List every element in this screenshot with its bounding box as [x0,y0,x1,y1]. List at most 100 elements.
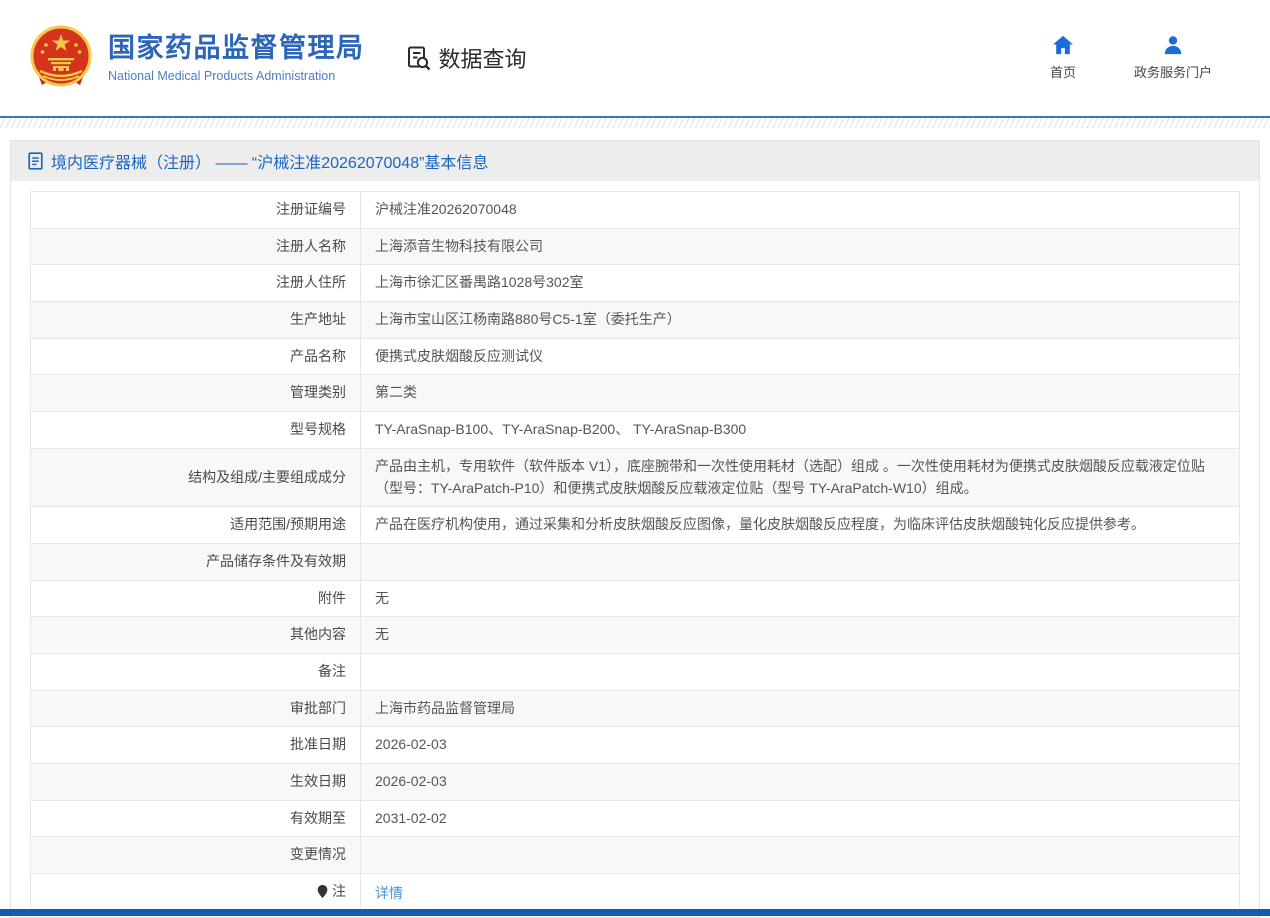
table-row: 适用范围/预期用途产品在医疗机构使用，通过采集和分析皮肤烟酸反应图像，量化皮肤烟… [31,507,1240,544]
field-label: 管理类别 [31,375,361,412]
field-label-text: 注册人名称 [276,236,346,258]
field-label: 批准日期 [31,727,361,764]
data-query-tab[interactable]: 数据查询 [405,42,527,74]
table-row: 注 详情 [31,874,1240,914]
field-label-text: 审批部门 [290,698,346,720]
field-label-text: 其他内容 [290,624,346,646]
field-label: 产品名称 [31,338,361,375]
table-row: 产品储存条件及有效期 [31,543,1240,580]
table-row: 注册证编号沪械注准20262070048 [31,192,1240,229]
field-label: 产品储存条件及有效期 [31,543,361,580]
field-value: 便携式皮肤烟酸反应测试仪 [361,338,1240,375]
field-value: 上海市宝山区江杨南路880号C5-1室（委托生产） [361,302,1240,339]
field-value: 产品在医疗机构使用，通过采集和分析皮肤烟酸反应图像，量化皮肤烟酸反应程度，为临床… [361,507,1240,544]
field-value: 上海市徐汇区番禺路1028号302室 [361,265,1240,302]
field-value: 2031-02-02 [361,800,1240,837]
field-label: 型号规格 [31,412,361,449]
page-title: 境内医疗器械（注册） —— “沪械注准20262070048”基本信息 [11,141,1259,181]
field-value: 2026-02-03 [361,764,1240,801]
info-panel: 境内医疗器械（注册） —— “沪械注准20262070048”基本信息 注册证编… [10,140,1260,918]
hatch-divider [0,118,1270,128]
document-icon [28,152,44,170]
table-row: 批准日期 2026-02-03 [31,727,1240,764]
field-value: 无 [361,580,1240,617]
field-value: 无 [361,617,1240,654]
footer-bar [0,909,1270,916]
field-label-text: 适用范围/预期用途 [230,514,346,536]
nav-home-label: 首页 [1050,62,1076,81]
field-value: TY-AraSnap-B100、TY-AraSnap-B200、 TY-AraS… [361,412,1240,449]
field-label: 生产地址 [31,302,361,339]
field-value [361,653,1240,690]
table-row: 生效日期 2026-02-03 [31,764,1240,801]
field-label: 备注 [31,653,361,690]
pin-icon [316,884,329,899]
field-value [361,837,1240,874]
detail-link[interactable]: 详情 [375,885,403,901]
field-label-text: 生产地址 [290,309,346,331]
page-title-text: 境内医疗器械（注册） —— “沪械注准20262070048”基本信息 [51,149,488,173]
field-label-text: 附件 [318,588,346,610]
table-row: 附件无 [31,580,1240,617]
field-label: 注 [31,874,361,914]
field-label: 注册证编号 [31,192,361,229]
table-row: 产品名称便携式皮肤烟酸反应测试仪 [31,338,1240,375]
field-label: 结构及组成/主要组成成分 [31,448,361,506]
field-label-text: 产品名称 [290,346,346,368]
field-label-text: 变更情况 [290,844,346,866]
nmpa-logo[interactable]: 国家药品监督管理局 National Medical Products Admi… [28,25,365,91]
data-query-label: 数据查询 [439,42,527,74]
table-row: 审批部门上海市药品监督管理局 [31,690,1240,727]
field-value: 详情 [361,874,1240,914]
table-row: 有效期至 2031-02-02 [31,800,1240,837]
table-row: 结构及组成/主要组成成分产品由主机，专用软件（软件版本 V1），底座腕带和一次性… [31,448,1240,506]
header-nav: 首页 政务服务门户 [1050,35,1240,81]
nav-home[interactable]: 首页 [1050,35,1076,81]
field-label-text: 备注 [318,661,346,683]
org-name-cn: 国家药品监督管理局 [108,33,365,64]
field-label-text: 产品储存条件及有效期 [206,551,346,573]
field-label-text: 生效日期 [290,771,346,793]
org-name-en: National Medical Products Administration [108,69,365,83]
field-label-text: 有效期至 [290,808,346,830]
table-row: 注册人住所上海市徐汇区番禺路1028号302室 [31,265,1240,302]
table-row: 生产地址上海市宝山区江杨南路880号C5-1室（委托生产） [31,302,1240,339]
field-label: 审批部门 [31,690,361,727]
table-row: 备注 [31,653,1240,690]
table-row: 型号规格 TY-AraSnap-B100、TY-AraSnap-B200、 TY-… [31,412,1240,449]
nav-portal-label: 政务服务门户 [1134,62,1212,81]
field-label: 适用范围/预期用途 [31,507,361,544]
home-icon [1052,35,1074,55]
field-label-text: 批准日期 [290,734,346,756]
field-label-text: 注 [332,881,346,903]
field-value: 产品由主机，专用软件（软件版本 V1），底座腕带和一次性使用耗材（选配）组成 。… [361,448,1240,506]
national-emblem-icon [28,25,94,91]
nav-portal[interactable]: 政务服务门户 [1134,35,1212,81]
field-label: 变更情况 [31,837,361,874]
field-label: 附件 [31,580,361,617]
field-value: 上海市药品监督管理局 [361,690,1240,727]
table-row: 其他内容无 [31,617,1240,654]
table-wrap: 注册证编号沪械注准20262070048注册人名称上海添音生物科技有限公司注册人… [11,181,1259,917]
field-label: 注册人名称 [31,228,361,265]
field-value: 上海添音生物科技有限公司 [361,228,1240,265]
field-label-text: 型号规格 [290,419,346,441]
field-label-text: 注册证编号 [276,199,346,221]
user-icon [1162,35,1184,55]
field-value [361,543,1240,580]
doc-search-icon [405,45,432,72]
field-value: 第二类 [361,375,1240,412]
field-label: 有效期至 [31,800,361,837]
field-label-text: 管理类别 [290,382,346,404]
field-label-text: 注册人住所 [276,272,346,294]
main-area: 境内医疗器械（注册） —— “沪械注准20262070048”基本信息 注册证编… [0,128,1270,918]
field-label: 其他内容 [31,617,361,654]
brand-text: 国家药品监督管理局 National Medical Products Admi… [108,33,365,82]
info-table: 注册证编号沪械注准20262070048注册人名称上海添音生物科技有限公司注册人… [30,191,1240,914]
field-label: 注册人住所 [31,265,361,302]
table-row: 注册人名称上海添音生物科技有限公司 [31,228,1240,265]
field-label-text: 结构及组成/主要组成成分 [188,467,346,489]
field-label: 生效日期 [31,764,361,801]
site-header: 国家药品监督管理局 National Medical Products Admi… [0,0,1270,118]
field-value: 2026-02-03 [361,727,1240,764]
